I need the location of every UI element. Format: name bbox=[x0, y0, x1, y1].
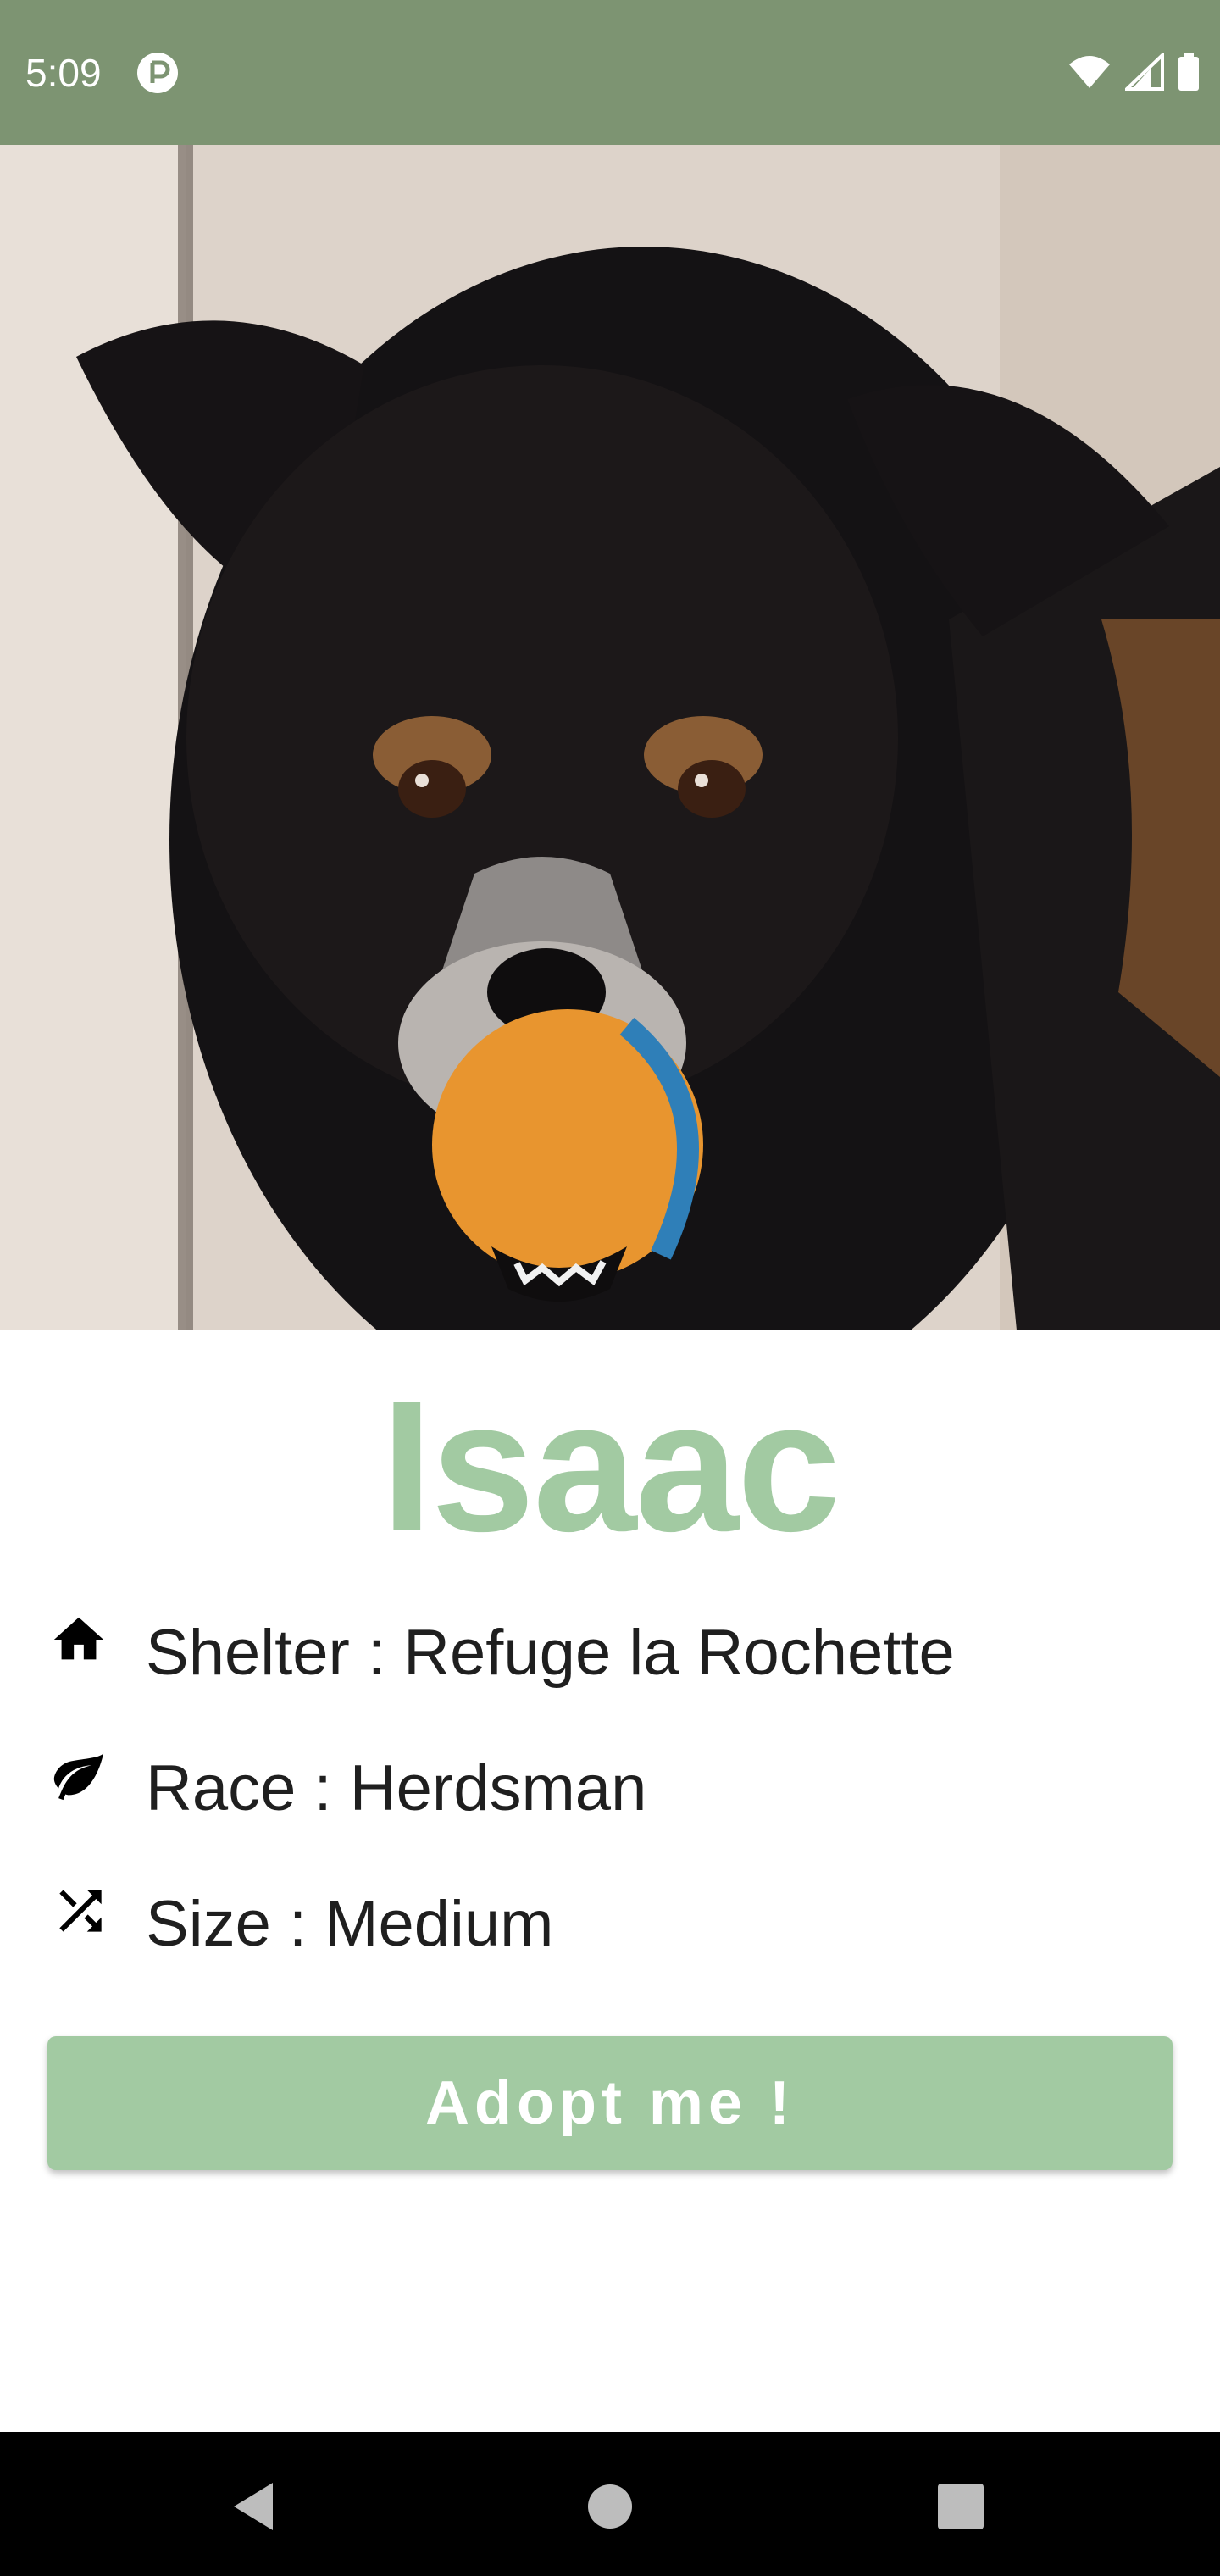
size-row: Size : Medium bbox=[49, 1881, 554, 1966]
dog-illustration bbox=[0, 145, 1220, 1330]
shuffle-icon bbox=[49, 1879, 114, 1943]
leaf-icon bbox=[49, 1743, 114, 1807]
home-circle-icon bbox=[588, 2484, 632, 2529]
battery-icon bbox=[1178, 53, 1199, 91]
race-row: Race : Herdsman bbox=[49, 1746, 646, 1830]
pet-name: Isaac bbox=[380, 1362, 841, 1570]
home-icon bbox=[49, 1607, 114, 1672]
status-time: 5:09 bbox=[25, 51, 102, 95]
wifi-icon bbox=[1069, 56, 1110, 88]
system-nav-bar bbox=[0, 2432, 1220, 2576]
nav-back-button[interactable] bbox=[212, 2464, 297, 2549]
cell-signal-icon bbox=[1125, 53, 1164, 91]
private-dns-icon bbox=[137, 53, 178, 93]
size-text: Size : Medium bbox=[146, 1887, 554, 1960]
shelter-text: Shelter : Refuge la Rochette bbox=[146, 1616, 955, 1689]
shelter-row: Shelter : Refuge la Rochette bbox=[49, 1610, 955, 1695]
race-text: Race : Herdsman bbox=[146, 1752, 647, 1824]
nav-recents-button[interactable] bbox=[918, 2464, 1003, 2549]
status-bar: 5:09 bbox=[0, 0, 1220, 145]
pet-photo bbox=[0, 145, 1220, 1330]
status-icons bbox=[1068, 51, 1200, 93]
recents-icon bbox=[938, 2484, 984, 2529]
back-icon bbox=[234, 2483, 273, 2530]
nav-home-button[interactable] bbox=[568, 2464, 652, 2549]
adopt-button[interactable]: Adopt me ! bbox=[47, 2036, 1173, 2170]
